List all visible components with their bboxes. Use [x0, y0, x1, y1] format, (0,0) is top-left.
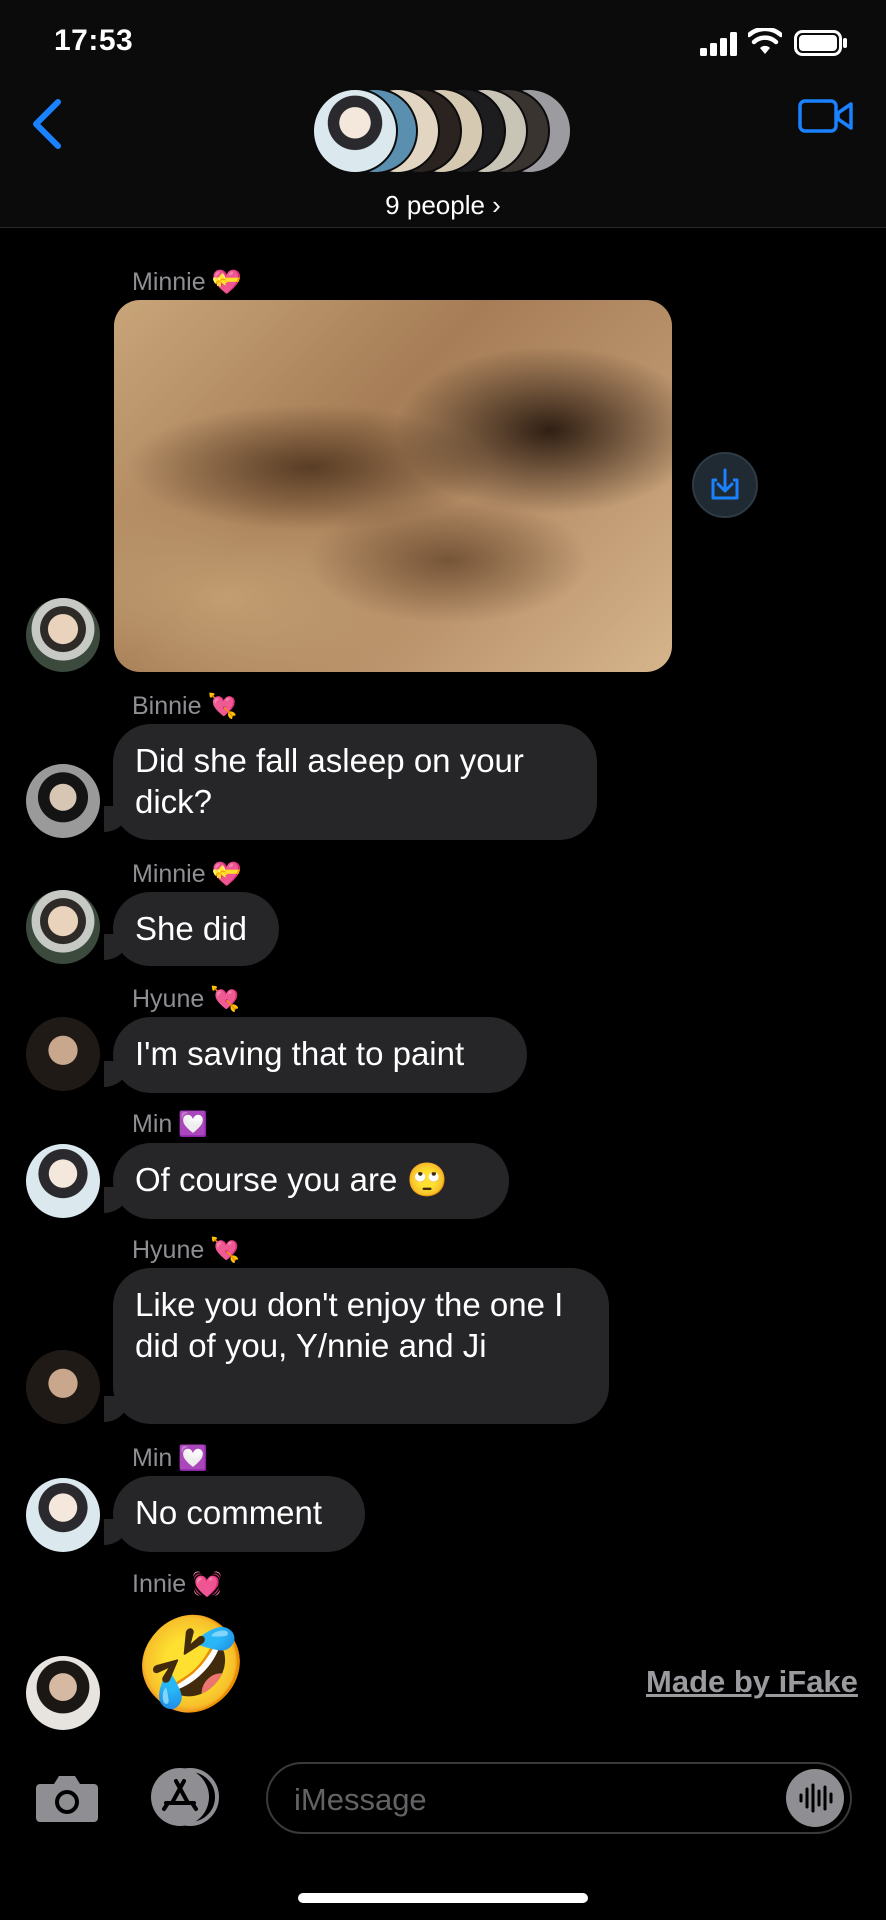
message-bubble[interactable]: Did she fall asleep on your dick? — [113, 724, 597, 840]
input-placeholder: iMessage — [294, 1782, 427, 1817]
emoji-message[interactable]: 🤣 — [134, 1612, 249, 1719]
watermark-link[interactable]: Made by iFake — [646, 1664, 858, 1700]
avatar[interactable] — [26, 598, 100, 672]
avatar[interactable] — [26, 1144, 100, 1218]
sender-name: Innie 💓 — [132, 1570, 223, 1598]
sender-name: Binnie 💘 — [132, 692, 238, 720]
sender-name: Hyune 💘 — [132, 985, 241, 1013]
camera-icon[interactable] — [34, 1770, 100, 1824]
group-avatar-stack[interactable] — [312, 88, 572, 178]
app-store-icon[interactable] — [146, 1766, 224, 1828]
waveform-icon — [799, 1783, 833, 1813]
sender-name: Minnie 💝 — [132, 860, 242, 888]
avatar[interactable] — [26, 1350, 100, 1424]
cellular-signal-icon — [700, 32, 737, 56]
sender-name: Min 💟 — [132, 1444, 209, 1472]
message-bubble[interactable]: She did — [113, 892, 279, 966]
message-bubble[interactable]: Like you don't enjoy the one I did of yo… — [113, 1268, 609, 1424]
sender-name: Min 💟 — [132, 1110, 209, 1138]
message-bubble[interactable]: Of course you are 🙄 — [113, 1143, 509, 1219]
video-camera-icon[interactable] — [798, 96, 854, 136]
avatar[interactable] — [26, 764, 100, 838]
home-indicator[interactable] — [298, 1893, 588, 1903]
audio-record-button[interactable] — [786, 1769, 844, 1827]
wifi-icon — [748, 28, 782, 54]
group-avatar — [312, 88, 398, 174]
sender-name: Minnie 💝 — [132, 268, 242, 296]
header-divider — [0, 227, 886, 228]
blurred-photo-attachment[interactable] — [114, 300, 672, 672]
save-attachment-button[interactable] — [692, 452, 758, 518]
avatar[interactable] — [26, 1017, 100, 1091]
sender-name: Hyune 💘 — [132, 1236, 241, 1264]
avatar[interactable] — [26, 1478, 100, 1552]
message-bubble[interactable]: I'm saving that to paint — [113, 1017, 527, 1093]
participants-count[interactable]: 9 people › — [0, 190, 886, 221]
chevron-left-icon[interactable] — [28, 96, 68, 152]
status-time: 17:53 — [54, 24, 134, 57]
share-save-icon — [711, 468, 739, 500]
battery-icon — [794, 30, 847, 56]
message-bubble[interactable]: No comment — [113, 1476, 365, 1552]
avatar[interactable] — [26, 1656, 100, 1730]
avatar[interactable] — [26, 890, 100, 964]
